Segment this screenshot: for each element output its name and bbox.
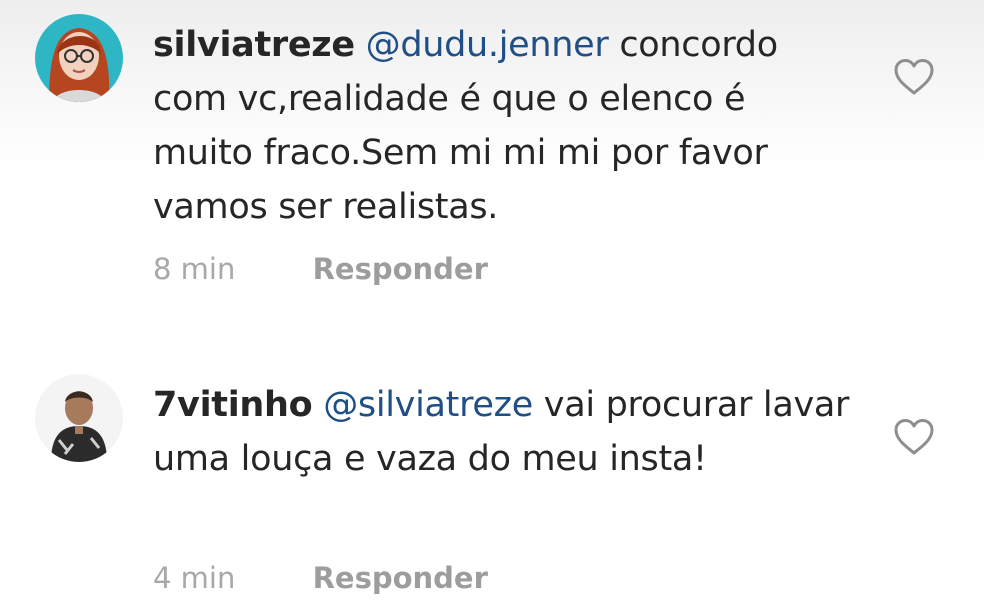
comment-item: 7vitinho @silviatreze vai procurar lavar… <box>0 360 984 606</box>
comment-mention[interactable]: @dudu.jenner <box>366 25 609 65</box>
heart-outline-icon[interactable] <box>893 58 935 96</box>
reply-button[interactable]: Responder <box>313 252 488 286</box>
comment-time: 4 min <box>153 561 236 595</box>
reply-button[interactable]: Responder <box>313 561 488 595</box>
avatar[interactable] <box>35 374 123 462</box>
comment-text: silviatreze @dudu.jenner concordo com vc… <box>153 18 853 234</box>
comment-text: 7vitinho @silviatreze vai procurar lavar… <box>153 378 853 486</box>
comment-username[interactable]: 7vitinho <box>153 385 313 425</box>
avatar-image <box>35 374 123 462</box>
avatar-image <box>35 14 123 102</box>
comment-mention[interactable]: @silviatreze <box>323 385 533 425</box>
comment-time: 8 min <box>153 252 236 286</box>
heart-outline-icon[interactable] <box>893 418 935 456</box>
comment-meta: 8 min Responder <box>153 252 488 286</box>
comment-meta: 4 min Responder <box>153 561 488 595</box>
avatar[interactable] <box>35 14 123 102</box>
comment-username[interactable]: silviatreze <box>153 25 355 65</box>
comment-item: silviatreze @dudu.jenner concordo com vc… <box>0 0 984 320</box>
